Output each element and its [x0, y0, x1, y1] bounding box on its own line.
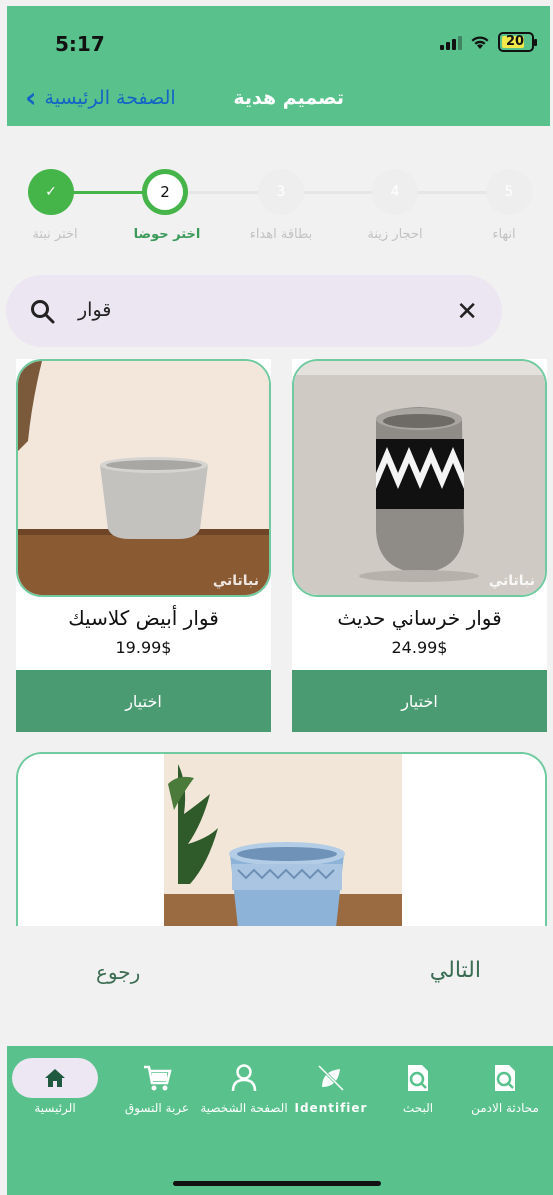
top-app-bar: 5:17 20 تصميم هدية ‹ الصفحة الرئيسية [7, 6, 550, 126]
back-link-label: الصفحة الرئيسية [44, 87, 176, 109]
search-input[interactable]: قوار [78, 299, 111, 321]
product-card[interactable]: نباتاتي قوار أبيض كلاسيك 19.99$ اختيار [16, 359, 271, 732]
search-doc-icon [408, 1065, 428, 1091]
signal-icon [440, 34, 462, 50]
nav-search[interactable]: البحث [370, 1058, 466, 1117]
search-bar[interactable]: قوار ✕ [6, 275, 502, 347]
product-name: قوار خرساني حديث [337, 606, 502, 630]
progress-stepper: 5 24 3 2 ✓ انهاء احجار زينة بطاقة اهداء … [0, 165, 553, 245]
identifier-icon [317, 1064, 345, 1092]
product-card[interactable]: نباتاتي قوار خرساني حديث 24.99$ اختيار [292, 359, 547, 732]
step-3-circle: 3 [258, 169, 304, 215]
product-price: 19.99$ [115, 638, 172, 657]
wifi-icon [471, 36, 489, 49]
product-name: قوار أبيض كلاسيك [68, 606, 219, 630]
select-product-button[interactable]: اختيار [292, 670, 547, 732]
nav-profile[interactable]: الصفحة الشخصية [196, 1058, 292, 1117]
step-4-circle: 24 [372, 169, 418, 215]
home-icon [45, 1069, 65, 1087]
back-button[interactable]: رجوع [96, 960, 140, 984]
home-indicator [173, 1181, 381, 1186]
chevron-left-icon: ‹ [25, 81, 37, 114]
step-3-label: بطاقة اهداء [249, 227, 313, 242]
nav-identifier[interactable]: Identifier [283, 1058, 379, 1117]
page-title: تصميم هدية [233, 87, 344, 109]
back-to-home-link[interactable]: ‹ الصفحة الرئيسية [25, 84, 176, 112]
active-nav-indicator [12, 1058, 98, 1098]
step-1-label: اختر نبتة [32, 227, 78, 242]
battery-icon: 20 [498, 32, 537, 52]
status-indicators: 20 [440, 32, 537, 52]
product-image-concrete-vase: نباتاتي [292, 359, 547, 597]
clear-search-icon[interactable]: ✕ [456, 297, 478, 327]
profile-icon [231, 1064, 257, 1092]
admin-chat-icon [495, 1065, 515, 1091]
bottom-navigation: محادثة الادمن البحث Identifier الصفحة ال… [7, 1046, 553, 1195]
step-5-label: انهاء [492, 227, 516, 242]
step-2-label: اختر حوضا [133, 227, 201, 242]
step-connector-pending [188, 191, 508, 194]
nav-cart[interactable]: عربة التسوق [109, 1058, 205, 1117]
cart-icon [144, 1065, 172, 1091]
product-image-blue-vase [18, 754, 545, 926]
nav-admin-chat[interactable]: محادثة الادمن [457, 1058, 553, 1117]
product-image-white-vase: نباتاتي [16, 359, 271, 597]
step-5-circle: 5 [486, 169, 532, 215]
next-button[interactable]: التالي [430, 958, 481, 983]
search-icon[interactable] [30, 299, 56, 325]
status-time: 5:17 [55, 32, 105, 56]
step-1-check-icon: ✓ [28, 169, 74, 215]
product-price: 24.99$ [391, 638, 448, 657]
watermark-logo: نباتاتي [212, 573, 259, 589]
battery-level: 20 [506, 34, 525, 49]
nav-home[interactable]: الرئيسية [7, 1058, 103, 1117]
step-4-label: احجار زينة [367, 227, 423, 242]
select-product-button[interactable]: اختيار [16, 670, 271, 732]
watermark-logo: نباتاتي [488, 573, 535, 589]
product-card-partial[interactable] [16, 752, 547, 926]
step-2-circle: 2 [142, 169, 188, 215]
